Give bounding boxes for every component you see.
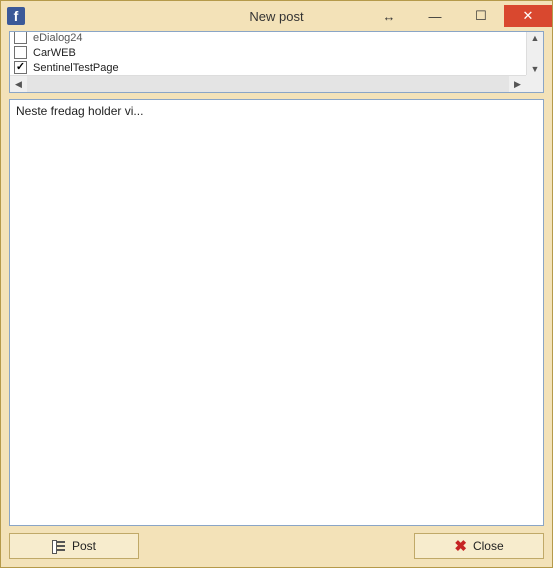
- page-list: eDialog24 CarWEB SentinelTestPage ▲ ▼: [10, 32, 543, 75]
- scroll-right-icon[interactable]: ▶: [509, 79, 526, 90]
- scroll-track[interactable]: [27, 76, 509, 92]
- scroll-up-icon[interactable]: ▲: [531, 32, 540, 44]
- restore-move-button[interactable]: ↔: [366, 5, 412, 27]
- maximize-button[interactable]: ☐: [458, 5, 504, 27]
- checkbox-icon[interactable]: [14, 61, 27, 74]
- checkbox-icon[interactable]: [14, 46, 27, 59]
- window-controls: ↔ — ☐ ✕: [366, 5, 552, 27]
- post-button[interactable]: Post: [9, 533, 139, 559]
- list-item-label: CarWEB: [33, 47, 76, 59]
- content-area: eDialog24 CarWEB SentinelTestPage ▲ ▼: [1, 31, 552, 567]
- list-item[interactable]: CarWEB: [14, 45, 522, 60]
- title-bar[interactable]: f New post ↔ — ☐ ✕: [1, 1, 552, 31]
- close-icon: ✖: [454, 539, 467, 554]
- minimize-button[interactable]: —: [412, 5, 458, 27]
- window-frame: f New post ↔ — ☐ ✕ eDialog24 CarWEB: [0, 0, 553, 568]
- post-icon: [52, 540, 66, 552]
- hscroll-row: ◀ ▶: [10, 75, 543, 92]
- close-button-label: Close: [473, 539, 504, 553]
- scroll-corner: [526, 75, 543, 92]
- button-row: Post ✖ Close: [9, 533, 544, 559]
- list-item-label: SentinelTestPage: [33, 62, 119, 74]
- window-close-button[interactable]: ✕: [504, 5, 552, 27]
- scroll-down-icon[interactable]: ▼: [531, 63, 540, 75]
- post-textarea[interactable]: [16, 104, 537, 521]
- scroll-left-icon[interactable]: ◀: [10, 79, 27, 90]
- list-item-label: eDialog24: [33, 32, 83, 44]
- checkbox-icon[interactable]: [14, 32, 27, 44]
- page-list-panel: eDialog24 CarWEB SentinelTestPage ▲ ▼: [9, 31, 544, 93]
- list-item[interactable]: eDialog24: [14, 32, 522, 45]
- close-button[interactable]: ✖ Close: [414, 533, 544, 559]
- list-item[interactable]: SentinelTestPage: [14, 60, 522, 75]
- compose-area: [9, 99, 544, 526]
- vertical-scrollbar[interactable]: ▲ ▼: [526, 32, 543, 75]
- horizontal-scrollbar[interactable]: ◀ ▶: [10, 75, 526, 92]
- page-items: eDialog24 CarWEB SentinelTestPage: [10, 32, 526, 75]
- facebook-icon: f: [7, 7, 25, 25]
- post-button-label: Post: [72, 539, 96, 553]
